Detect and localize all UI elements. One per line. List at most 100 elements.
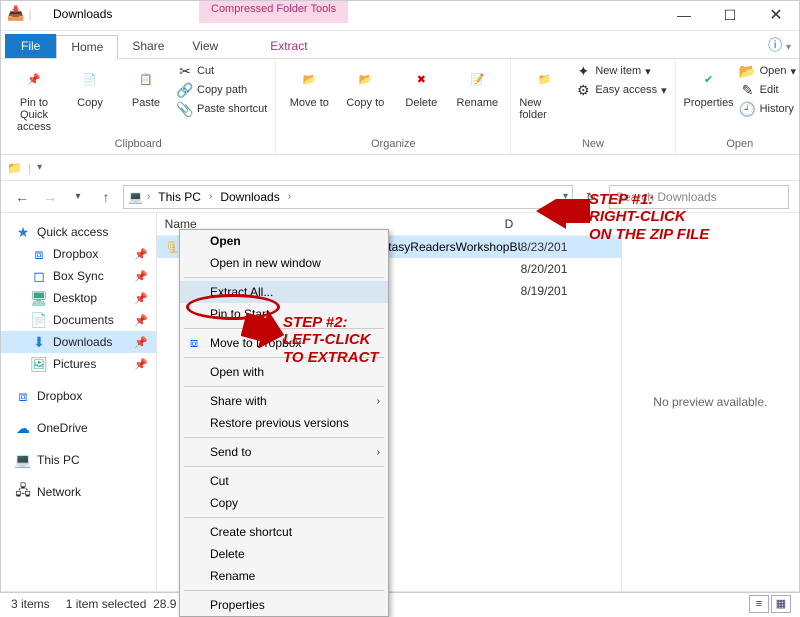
- tab-file[interactable]: File: [5, 34, 56, 58]
- status-item-count: 3 items: [11, 597, 50, 611]
- copy-icon: 📄: [74, 63, 106, 95]
- pin-icon: 📌: [134, 336, 148, 349]
- nav-onedrive[interactable]: ☁OneDrive: [1, 417, 156, 439]
- ribbon-group-organize: 📂Move to 📂Copy to ✖Delete 📝Rename Organi…: [276, 59, 511, 154]
- folder-icon: 📥: [7, 5, 24, 22]
- ctx-delete[interactable]: Delete: [180, 543, 388, 565]
- ctx-send-to[interactable]: Send to›: [180, 441, 388, 463]
- open-icon: 📂: [740, 63, 756, 79]
- paste-button[interactable]: 📋 Paste: [121, 63, 171, 109]
- ctx-share-with[interactable]: Share with›: [180, 390, 388, 412]
- context-menu: Open Open in new window Extract All... P…: [179, 229, 389, 617]
- file-date: 8/20/201: [521, 262, 621, 276]
- rename-button[interactable]: 📝Rename: [452, 63, 502, 109]
- tab-home[interactable]: Home: [56, 35, 118, 59]
- tab-view[interactable]: View: [178, 34, 232, 58]
- nav-network[interactable]: 🖧Network: [1, 481, 156, 503]
- copy-path-button[interactable]: 🔗Copy path: [177, 82, 267, 98]
- delete-button[interactable]: ✖Delete: [396, 63, 446, 109]
- up-button[interactable]: ↑: [95, 186, 117, 208]
- chevron-right-icon: ›: [377, 447, 380, 458]
- history-icon: 🕘: [740, 101, 756, 117]
- view-large-icons-button[interactable]: ▦: [771, 595, 791, 613]
- onedrive-icon: ☁: [15, 420, 31, 436]
- nav-quick-access[interactable]: ★Quick access: [1, 221, 156, 243]
- history-button[interactable]: 🕘History: [740, 101, 796, 117]
- rename-icon: 📝: [461, 63, 493, 95]
- ctx-copy[interactable]: Copy: [180, 492, 388, 514]
- dropbox-icon: ⧈: [186, 335, 202, 351]
- pin-icon: 📌: [18, 63, 50, 95]
- window-title: Downloads: [53, 7, 112, 21]
- ribbon-group-clipboard: 📌 Pin to Quick access 📄 Copy 📋 Paste ✂Cu…: [1, 59, 276, 154]
- copy-button[interactable]: 📄 Copy: [65, 63, 115, 109]
- nav-pictures[interactable]: 🖼Pictures📌: [1, 353, 156, 375]
- new-item-icon: ✦: [575, 63, 591, 79]
- pin-quick-access-button[interactable]: 📌 Pin to Quick access: [9, 63, 59, 133]
- nav-desktop[interactable]: 🖥Desktop📌: [1, 287, 156, 309]
- ribbon-tabs: File Home Share View Extract ⓘ ▾: [1, 31, 799, 59]
- downloads-icon: ⬇: [31, 334, 47, 350]
- paste-shortcut-icon: 📎: [177, 101, 193, 117]
- copy-path-icon: 🔗: [177, 82, 193, 98]
- nav-dropbox[interactable]: ⧈Dropbox📌: [1, 243, 156, 265]
- paste-shortcut-button[interactable]: 📎Paste shortcut: [177, 101, 267, 117]
- copy-to-button[interactable]: 📂Copy to: [340, 63, 390, 109]
- dropbox-icon: ⧈: [15, 388, 31, 404]
- ctx-cut[interactable]: Cut: [180, 470, 388, 492]
- nav-downloads[interactable]: ⬇Downloads📌: [1, 331, 156, 353]
- back-button[interactable]: ←: [11, 186, 33, 208]
- file-date: 8/19/201: [521, 284, 621, 298]
- nav-this-pc[interactable]: 💻This PC: [1, 449, 156, 471]
- ctx-separator: [184, 437, 384, 438]
- ctx-open[interactable]: Open: [180, 230, 388, 252]
- network-icon: 🖧: [15, 484, 31, 500]
- documents-icon: 📄: [31, 312, 47, 328]
- close-button[interactable]: ✕: [753, 1, 799, 29]
- new-folder-button[interactable]: 📁New folder: [519, 63, 569, 121]
- open-button[interactable]: 📂Open ▾: [740, 63, 796, 79]
- breadcrumb-downloads[interactable]: Downloads: [216, 190, 283, 204]
- ctx-open-new-window[interactable]: Open in new window: [180, 252, 388, 274]
- annotation-arrow-1: [536, 199, 590, 229]
- recent-locations-button[interactable]: ▾: [67, 186, 89, 208]
- ribbon-group-new: 📁New folder ✦New item ▾ ⚙Easy access ▾ N…: [511, 59, 675, 154]
- box-icon: ◻: [31, 268, 47, 284]
- ctx-restore-previous[interactable]: Restore previous versions: [180, 412, 388, 434]
- thispc-icon: 💻: [128, 190, 143, 204]
- ctx-create-shortcut[interactable]: Create shortcut: [180, 521, 388, 543]
- ctx-separator: [184, 517, 384, 518]
- easy-access-button[interactable]: ⚙Easy access ▾: [575, 82, 666, 98]
- minimize-button[interactable]: —: [661, 1, 707, 29]
- chevron-down-icon[interactable]: ▾: [37, 162, 42, 173]
- nav-dropbox-root[interactable]: ⧈Dropbox: [1, 385, 156, 407]
- nav-documents[interactable]: 📄Documents📌: [1, 309, 156, 331]
- properties-button[interactable]: ✔Properties: [684, 63, 734, 109]
- ctx-separator: [184, 590, 384, 591]
- annotation-step1: STEP #1: RIGHT-CLICK ON THE ZIP FILE: [589, 191, 709, 243]
- edit-button[interactable]: ✎Edit: [740, 82, 796, 98]
- folder-small-icon: 📁: [7, 161, 22, 175]
- new-item-button[interactable]: ✦New item ▾: [575, 63, 666, 79]
- nav-box-sync[interactable]: ◻Box Sync📌: [1, 265, 156, 287]
- pin-icon: 📌: [134, 358, 148, 371]
- ctx-rename[interactable]: Rename: [180, 565, 388, 587]
- new-folder-icon: 📁: [528, 63, 560, 95]
- tab-share[interactable]: Share: [118, 34, 178, 58]
- easy-access-icon: ⚙: [575, 82, 591, 98]
- forward-button[interactable]: →: [39, 186, 61, 208]
- breadcrumb[interactable]: 💻 › This PC › Downloads › ▾: [123, 185, 573, 209]
- breadcrumb-thispc[interactable]: This PC: [154, 190, 205, 204]
- ctx-properties[interactable]: Properties: [180, 594, 388, 616]
- cut-button[interactable]: ✂Cut: [177, 63, 267, 79]
- thispc-icon: 💻: [15, 452, 31, 468]
- help-button[interactable]: ⓘ ▾: [768, 35, 791, 55]
- contextual-tab-group: Compressed Folder Tools: [199, 1, 348, 23]
- ctx-separator: [184, 466, 384, 467]
- ribbon: 📌 Pin to Quick access 📄 Copy 📋 Paste ✂Cu…: [1, 59, 799, 155]
- move-to-button[interactable]: 📂Move to: [284, 63, 334, 109]
- properties-icon: ✔: [693, 63, 725, 95]
- view-details-button[interactable]: ≡: [749, 595, 769, 613]
- maximize-button[interactable]: ☐: [707, 1, 753, 29]
- tab-extract[interactable]: Extract: [256, 34, 321, 58]
